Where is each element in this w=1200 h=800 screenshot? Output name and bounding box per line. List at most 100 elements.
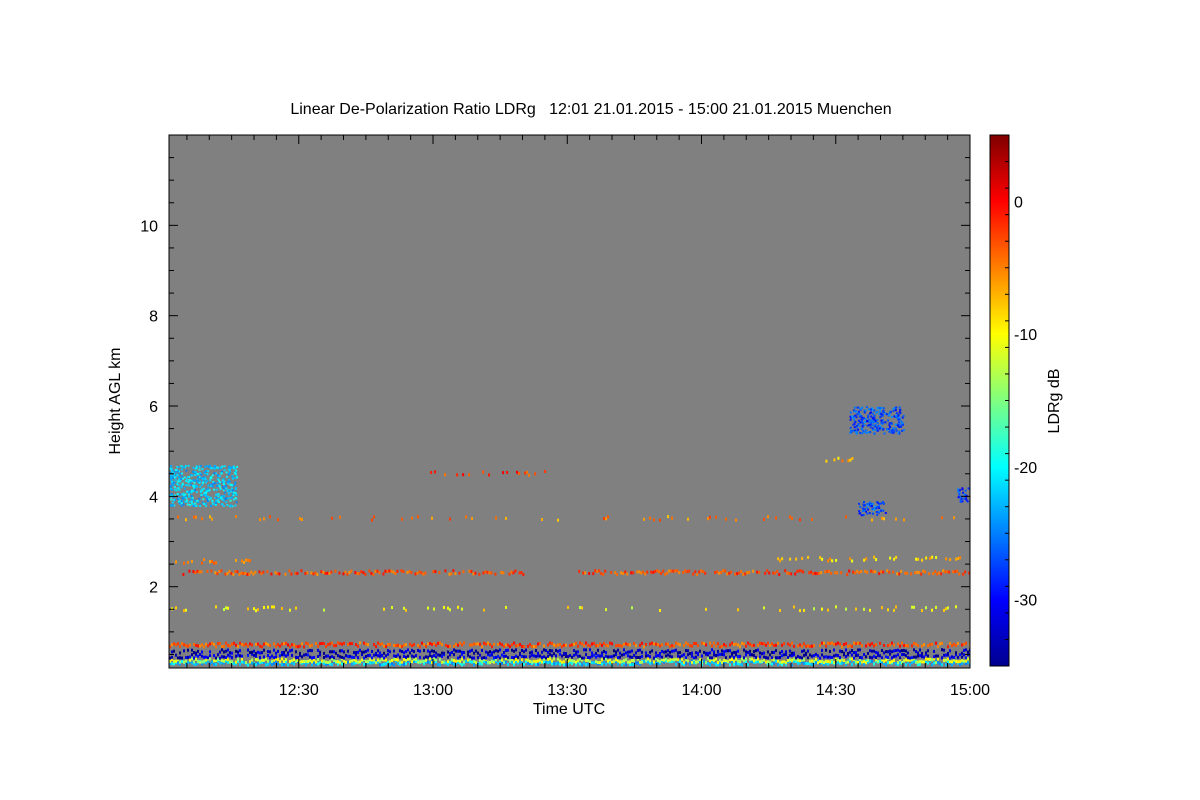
patch-pixel (853, 426, 856, 429)
layer-pixel (878, 572, 881, 576)
layer-pixel (267, 643, 269, 647)
patch-pixel (207, 484, 210, 487)
layer-pixel (767, 656, 769, 660)
layer-pixel (659, 652, 661, 655)
layer-pixel (963, 642, 965, 646)
layer-pixel (941, 516, 943, 520)
layer-pixel (857, 641, 859, 645)
layer-pixel (171, 650, 173, 654)
layer-pixel (357, 660, 359, 664)
patch-pixel (870, 415, 873, 418)
layer-pixel (449, 608, 451, 612)
patch-pixel (882, 502, 885, 504)
layer-pixel (195, 515, 197, 519)
layer-pixel (869, 643, 871, 647)
layer-pixel (739, 660, 741, 664)
layer-pixel (791, 641, 793, 645)
layer-pixel (919, 654, 921, 658)
layer-pixel (330, 570, 333, 574)
patch-pixel (873, 418, 876, 421)
layer-pixel (525, 648, 527, 652)
layer-pixel (467, 658, 469, 662)
layer-pixel (633, 659, 635, 663)
patch-pixel (204, 504, 207, 507)
layer-pixel (925, 606, 927, 610)
layer-pixel (582, 571, 585, 575)
layer-pixel (285, 658, 287, 661)
layer-pixel (938, 571, 941, 575)
layer-pixel (779, 656, 781, 659)
colorbar-label: LDRg dB (1046, 369, 1063, 434)
layer-pixel (707, 517, 709, 521)
layer-pixel (742, 572, 745, 576)
layer-pixel (517, 643, 519, 647)
layer-pixel (709, 659, 711, 662)
patch-pixel (888, 430, 891, 433)
layer-pixel (461, 607, 463, 611)
layer-pixel (399, 649, 401, 653)
layer-pixel (403, 657, 405, 661)
layer-pixel (491, 645, 493, 649)
layer-pixel (399, 644, 401, 648)
layer-pixel (295, 606, 297, 610)
layer-pixel (953, 642, 955, 646)
patch-pixel (181, 496, 184, 499)
layer-pixel (825, 459, 828, 463)
layer-pixel (441, 654, 443, 658)
layer-pixel (373, 515, 375, 519)
layer-pixel (589, 656, 591, 659)
layer-pixel (585, 658, 587, 662)
layer-pixel (653, 660, 655, 664)
layer-pixel (357, 656, 359, 660)
layer-pixel (377, 641, 379, 645)
layer-pixel (447, 660, 449, 664)
layer-pixel (743, 648, 745, 652)
layer-pixel (291, 643, 293, 647)
layer-pixel (851, 645, 853, 648)
layer-pixel (241, 660, 243, 664)
layer-pixel (933, 649, 935, 653)
layer-pixel (655, 651, 657, 655)
layer-pixel (847, 644, 849, 648)
layer-pixel (895, 517, 897, 521)
patch-pixel (197, 479, 200, 482)
layer-pixel (533, 645, 535, 649)
layer-pixel (919, 648, 921, 652)
layer-pixel (439, 663, 441, 667)
layer-pixel (183, 609, 185, 613)
layer-pixel (513, 649, 515, 653)
layer-pixel (451, 658, 453, 662)
layer-pixel (688, 569, 691, 573)
layer-pixel (893, 643, 895, 647)
layer-pixel (601, 662, 603, 666)
layer-pixel (943, 608, 945, 612)
patch-pixel (877, 506, 880, 509)
layer-pixel (860, 570, 863, 573)
patch-pixel (878, 427, 881, 430)
patch-pixel (901, 416, 904, 419)
layer-pixel (798, 569, 801, 573)
layer-pixel (921, 558, 924, 562)
layer-pixel (515, 644, 517, 648)
layer-pixel (503, 654, 505, 658)
patch-pixel (193, 481, 196, 484)
layer-pixel (563, 643, 565, 647)
patch-pixel (862, 510, 864, 512)
layer-pixel (603, 517, 605, 521)
patch-pixel (959, 489, 961, 492)
layer-pixel (892, 570, 895, 574)
layer-pixel (751, 653, 753, 657)
layer-pixel (221, 648, 223, 652)
layer-pixel (873, 662, 875, 666)
layer-pixel (928, 572, 931, 576)
layer-pixel (581, 642, 583, 646)
layer-pixel (309, 649, 311, 652)
layer-pixel (346, 572, 349, 576)
layer-pixel (756, 570, 759, 574)
layer-pixel (405, 655, 407, 659)
layer-pixel (431, 649, 433, 653)
layer-pixel (781, 643, 783, 647)
layer-pixel (663, 658, 665, 662)
layer-pixel (259, 518, 261, 522)
patch-pixel (195, 465, 198, 468)
